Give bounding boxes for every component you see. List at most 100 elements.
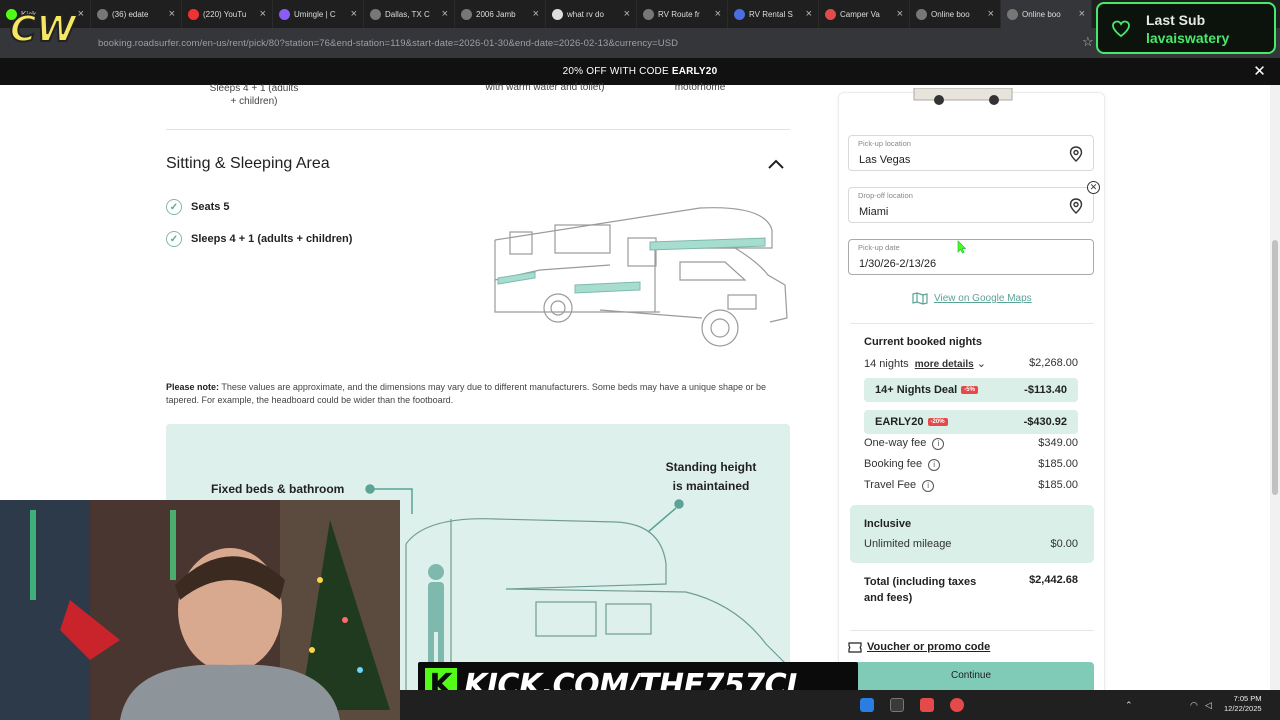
chevron-down-icon[interactable]: ⌄ (977, 358, 986, 370)
fee-label: One-way fee (864, 437, 927, 449)
nights-deal-row: 14+ Nights Deal -5% -$113.40 (864, 378, 1078, 402)
nights-text: 14 nights (864, 358, 909, 370)
browser-tab[interactable]: 2006 Jamb × (455, 0, 546, 28)
tab-favicon-icon (188, 8, 199, 20)
tab-label: 2006 Jamb (476, 9, 516, 19)
inclusive-box: Inclusive Unlimited mileage $0.00 (850, 505, 1094, 563)
browser-tab[interactable]: what rv do × (546, 0, 637, 28)
fee-row: Travel Fee i $185.00 (864, 479, 1078, 492)
tab-close-icon[interactable]: × (624, 8, 630, 20)
mouse-cursor-icon (957, 240, 966, 254)
tab-close-icon[interactable]: × (351, 8, 357, 20)
tab-close-icon[interactable]: × (1079, 8, 1085, 20)
last-sub-widget: Last Sub lavaiswatery (1096, 2, 1276, 54)
scrollbar-thumb[interactable] (1272, 240, 1278, 495)
tab-close-icon[interactable]: × (260, 8, 266, 20)
taskbar-app-icon[interactable] (860, 698, 874, 712)
tab-close-icon[interactable]: × (897, 8, 903, 20)
divider (166, 129, 790, 130)
browser-tab[interactable]: Camper Va × (819, 0, 910, 28)
browser-tab[interactable]: RV Route fr × (637, 0, 728, 28)
close-icon[interactable]: ✕ (1253, 62, 1266, 80)
url-text[interactable]: booking.roadsurfer.com/en-us/rent/pick/8… (98, 38, 678, 49)
tab-favicon-icon (916, 8, 927, 20)
pickup-date-value[interactable]: 1/30/26-2/13/26 (859, 258, 936, 270)
info-icon[interactable]: i (922, 479, 935, 492)
voucher-link[interactable]: Voucher or promo code (848, 641, 990, 653)
heart-icon (1112, 20, 1130, 38)
feature-item: ✓ Sleeps 4 + 1 (adults + children) (166, 231, 352, 247)
browser-tab[interactable]: Umingle | C × (273, 0, 364, 28)
windows-taskbar (400, 690, 1280, 720)
chevron-up-icon[interactable] (766, 157, 786, 171)
taskbar-app-icon[interactable] (890, 698, 904, 712)
section-title[interactable]: Sitting & Sleeping Area (166, 155, 330, 173)
inclusive-title: Inclusive (864, 518, 912, 530)
pickup-date-label: Pick-up date (858, 243, 900, 252)
tab-label: Online boo (1022, 9, 1061, 19)
tab-close-icon[interactable]: × (533, 8, 539, 20)
info-icon[interactable]: i (932, 437, 945, 450)
more-details-link[interactable]: more details (915, 359, 974, 370)
fee-label-wrap: Booking fee i (864, 458, 941, 471)
info-icon[interactable]: i (928, 458, 941, 471)
fee-amount: $185.00 (1038, 458, 1078, 470)
tab-label: Dallas, TX C (385, 9, 430, 19)
total-amount: $2,442.68 (1029, 574, 1078, 586)
continue-button[interactable]: Continue (848, 662, 1094, 692)
browser-tab[interactable]: Online boo × (910, 0, 1001, 28)
dropoff-location-field[interactable]: Drop-off location Miami (848, 187, 1094, 223)
nights-title-label: Current booked nights (864, 336, 982, 348)
bookmark-star-icon[interactable]: ☆ (1082, 34, 1094, 50)
note-text: These values are approximate, and the di… (166, 382, 767, 405)
check-circle-icon: ✓ (166, 199, 182, 215)
browser-tab-active[interactable]: Online boo × (1001, 0, 1092, 28)
browser-tab[interactable]: (220) YouTu × (182, 0, 273, 28)
google-maps-link-label[interactable]: View on Google Maps (934, 293, 1032, 304)
pickup-location-field[interactable]: Pick-up location Las Vegas (848, 135, 1094, 171)
pickup-date-field[interactable]: Pick-up date 1/30/26-2/13/26 (848, 239, 1094, 275)
dimensions-note: Please note: These values are approximat… (166, 381, 786, 407)
taskbar-app-icon[interactable] (920, 698, 934, 712)
tab-close-icon[interactable]: × (442, 8, 448, 20)
feature-item: ✓ Seats 5 (166, 199, 230, 215)
voucher-label[interactable]: Voucher or promo code (867, 641, 990, 653)
discount-badge: -20% (927, 418, 948, 427)
volume-icon[interactable]: ◁ (1205, 700, 1212, 711)
browser-tab[interactable]: Dallas, TX C × (364, 0, 455, 28)
spec-sleeps: Sleeps 4 + 1 (adults + children) (209, 83, 299, 107)
nights-deal-amount: -$113.40 (1024, 384, 1067, 396)
webcam-feed (0, 500, 400, 720)
address-bar[interactable]: booking.roadsurfer.com/en-us/rent/pick/8… (0, 28, 1280, 58)
system-clock[interactable]: 7:05 PM 12/22/2025 (1224, 694, 1262, 714)
clear-dropoff-icon[interactable]: ✕ (1087, 181, 1100, 194)
google-maps-link[interactable]: View on Google Maps (912, 292, 1032, 305)
tab-close-icon[interactable]: × (169, 8, 175, 20)
tab-favicon-icon (1007, 8, 1018, 20)
pickup-location-value[interactable]: Las Vegas (859, 154, 910, 166)
clock-date: 12/22/2025 (1224, 704, 1262, 713)
taskbar-app-icon[interactable] (950, 698, 964, 712)
page-scrollbar[interactable] (1270, 85, 1280, 690)
browser-tab[interactable]: RV Rental S × (728, 0, 819, 28)
tab-close-icon[interactable]: × (988, 8, 994, 20)
wifi-icon[interactable]: ◠ (1190, 700, 1198, 711)
dropoff-location-value[interactable]: Miami (859, 206, 888, 218)
fee-label-wrap: One-way fee i (864, 437, 945, 450)
tab-label: (220) YouTu (203, 9, 247, 19)
nights-count: 14 nights more details ⌄ (864, 357, 986, 370)
tab-favicon-icon (461, 8, 472, 20)
tab-close-icon[interactable]: × (806, 8, 812, 20)
nights-deal-label: 14+ Nights Deal (875, 384, 958, 396)
tab-favicon-icon (370, 8, 381, 20)
mileage-row: Unlimited mileage $0.00 (864, 538, 1078, 550)
divider (850, 630, 1094, 631)
mileage-label: Unlimited mileage (864, 538, 952, 550)
tray-chevron-up-icon[interactable]: ⌃ (1125, 700, 1133, 711)
fee-label-wrap: Travel Fee i (864, 479, 935, 492)
webcam-scene (0, 500, 400, 720)
channel-logo: CW (9, 8, 79, 51)
tab-close-icon[interactable]: × (715, 8, 721, 20)
discount-badge: -5% (961, 386, 978, 395)
promo-banner: 20% OFF WITH CODE EARLY20 ✕ (0, 58, 1280, 85)
